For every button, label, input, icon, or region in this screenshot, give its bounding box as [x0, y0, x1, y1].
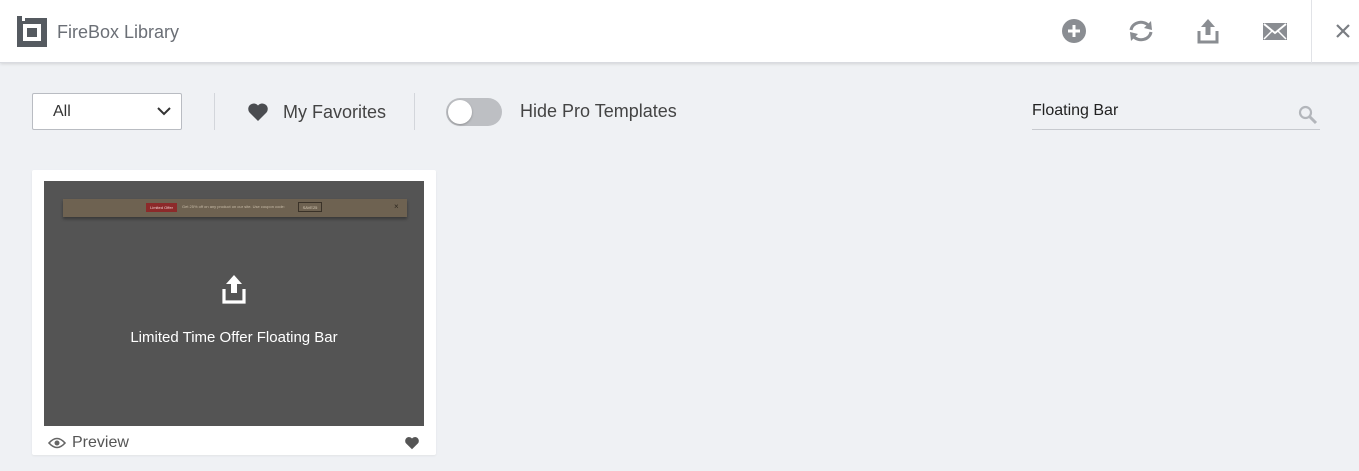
app-header: FireBox Library: [0, 0, 1359, 63]
thumbnail-message: Get 25% off on any product on our site. …: [182, 204, 285, 209]
template-card-footer: Preview: [44, 434, 424, 454]
upload-button[interactable]: [1194, 17, 1222, 45]
thumbnail-badge: Limited Offer: [146, 203, 177, 212]
template-thumbnail[interactable]: Limited Offer Get 25% off on any product…: [44, 181, 424, 426]
my-favorites-label: My Favorites: [283, 101, 387, 122]
preview-label: Preview: [72, 434, 129, 451]
hide-pro-toggle[interactable]: [446, 98, 502, 126]
search-input[interactable]: [1032, 98, 1282, 124]
toolbar-divider: [214, 93, 215, 130]
plus-circle-icon: [1062, 19, 1086, 43]
search-box: [1032, 98, 1320, 130]
hide-pro-label: Hide Pro Templates: [520, 101, 677, 121]
preview-link[interactable]: Preview: [48, 434, 129, 452]
thumbnail-floating-bar: Limited Offer Get 25% off on any product…: [63, 199, 407, 217]
contact-button[interactable]: [1261, 17, 1289, 45]
mail-icon: [1263, 23, 1287, 40]
close-button[interactable]: [1330, 18, 1356, 44]
category-select[interactable]: All: [32, 93, 182, 130]
favorite-heart-icon[interactable]: [404, 436, 420, 450]
add-button[interactable]: [1060, 17, 1088, 45]
category-select-value: All: [53, 102, 71, 120]
upload-icon: [1197, 19, 1219, 44]
template-title: Limited Time Offer Floating Bar: [130, 329, 338, 346]
refresh-button[interactable]: [1127, 17, 1155, 45]
thumbnail-code: SAVE25: [298, 202, 322, 212]
heart-icon: [248, 103, 268, 121]
chevron-down-icon: [157, 107, 171, 116]
firebox-logo: [17, 16, 47, 47]
app-title: FireBox Library: [57, 22, 180, 42]
template-card: Limited Offer Get 25% off on any product…: [32, 170, 436, 455]
toggle-knob: [448, 100, 472, 124]
close-icon: [1336, 24, 1350, 38]
eye-icon: [48, 437, 66, 449]
filter-toolbar: All My Favorites Hide Pro Templates: [0, 64, 1359, 154]
refresh-icon: [1129, 20, 1153, 42]
toolbar-divider: [414, 93, 415, 130]
thumbnail-close: ×: [394, 202, 399, 211]
insert-template-icon[interactable]: [221, 274, 247, 304]
my-favorites-filter[interactable]: My Favorites: [247, 100, 386, 124]
header-divider: [1311, 0, 1312, 63]
search-icon[interactable]: [1298, 105, 1318, 125]
